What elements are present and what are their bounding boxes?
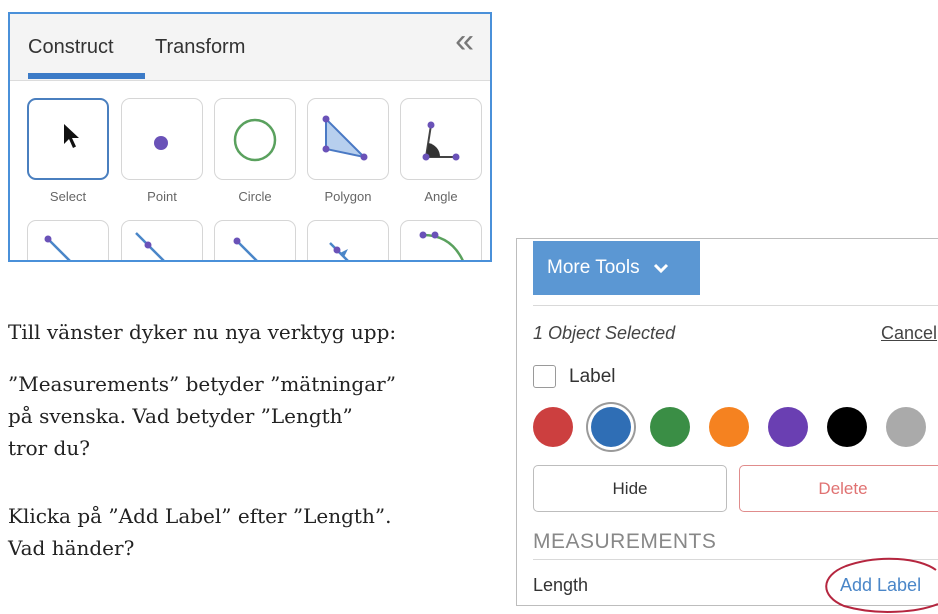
tool-point-button[interactable] <box>121 98 203 180</box>
tab-transform[interactable]: Transform <box>155 36 245 59</box>
tool-segment-button[interactable] <box>27 220 109 260</box>
vector-icon <box>329 242 349 260</box>
tools-header: Construct Transform « <box>10 14 490 81</box>
delete-button[interactable]: Delete <box>739 465 938 512</box>
instruction-line: Klicka på ”Add Label” efter ”Length”. <box>8 504 392 528</box>
tools-panel: Construct Transform « Select Point Circl… <box>8 12 492 262</box>
arrow-cursor-icon <box>64 124 79 148</box>
angle-icon <box>422 121 460 161</box>
tool-circle-button[interactable] <box>214 98 296 180</box>
line-icon <box>135 232 165 260</box>
tool-vector-button[interactable] <box>307 220 389 260</box>
label-checkbox[interactable] <box>533 365 556 388</box>
instruction-paragraph-1: Till vänster dyker nu nya verktyg upp: <box>8 316 396 348</box>
tool-label-angle: Angle <box>424 189 458 204</box>
double-chevron-left-icon[interactable]: « <box>455 24 474 58</box>
tool-line-button[interactable] <box>121 220 203 260</box>
arc-icon <box>419 231 464 260</box>
length-label: Length <box>533 575 589 595</box>
active-tab-indicator <box>28 73 145 79</box>
divider <box>533 305 938 306</box>
instruction-line: på svenska. Vad betyder ”Length” <box>8 404 353 428</box>
tool-angle-button[interactable] <box>400 98 482 180</box>
instruction-line: tror du? <box>8 436 90 460</box>
tool-label-circle: Circle <box>238 189 272 204</box>
color-swatch-blue-selected[interactable] <box>591 407 631 447</box>
point-icon <box>154 136 168 150</box>
tool-select-button[interactable] <box>27 98 109 180</box>
polygon-icon <box>322 115 368 161</box>
tool-label-point: Point <box>147 189 177 204</box>
instruction-paragraph-3: Klicka på ”Add Label” efter ”Length”. Va… <box>8 500 391 564</box>
tool-ray-button[interactable] <box>214 220 296 260</box>
instruction-line: ”Measurements” betyder ”mätningar” <box>8 372 396 396</box>
circle-icon <box>233 118 277 162</box>
tab-construct[interactable]: Construct <box>28 36 114 59</box>
instruction-paragraph-2: ”Measurements” betyder ”mätningar” på sv… <box>8 368 396 464</box>
segment-icon <box>44 235 71 260</box>
color-swatch-purple[interactable] <box>768 407 808 447</box>
color-swatch-black[interactable] <box>827 407 867 447</box>
more-tools-button[interactable]: More Tools <box>533 241 700 295</box>
tool-label-select: Select <box>49 189 87 204</box>
label-checkbox-label[interactable]: Label <box>569 366 616 388</box>
ray-icon <box>233 237 258 260</box>
tool-polygon-button[interactable] <box>307 98 389 180</box>
tool-arc-button[interactable] <box>400 220 482 260</box>
hide-button[interactable]: Hide <box>533 465 727 512</box>
color-swatch-red[interactable] <box>533 407 573 447</box>
measurements-heading: MEASUREMENTS <box>533 530 717 553</box>
cancel-link[interactable]: Cancel <box>881 323 937 344</box>
tool-label-polygon: Polygon <box>324 189 372 204</box>
color-swatch-orange[interactable] <box>709 407 749 447</box>
more-tools-label: More Tools <box>547 257 640 278</box>
highlight-ellipse-annotation <box>825 557 938 613</box>
instruction-line: Till vänster dyker nu nya verktyg upp: <box>8 320 397 344</box>
selection-status: 1 Object Selected <box>533 323 676 343</box>
color-swatch-green[interactable] <box>650 407 690 447</box>
chevron-down-icon <box>653 263 668 274</box>
color-swatch-gray[interactable] <box>886 407 926 447</box>
instruction-line: Vad händer? <box>8 536 135 560</box>
